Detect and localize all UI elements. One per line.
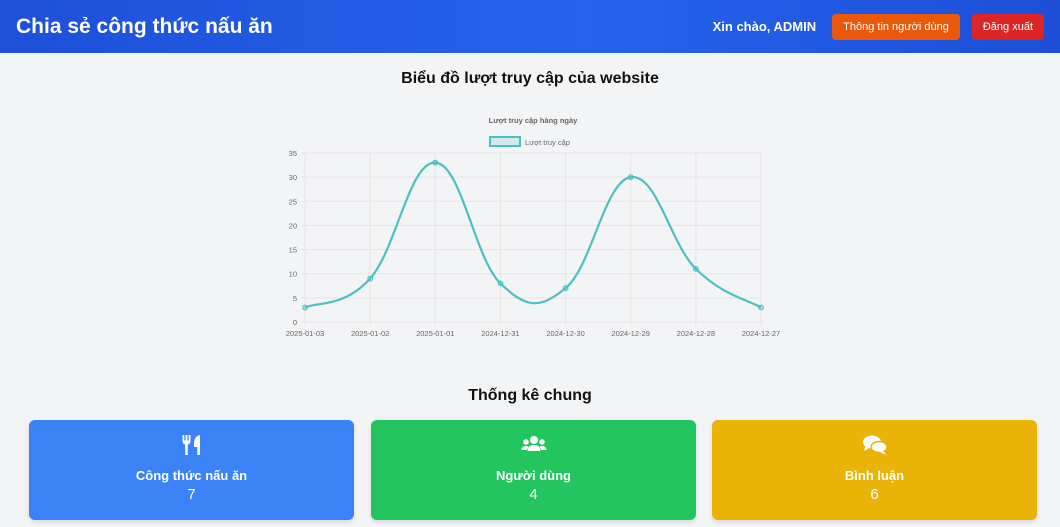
user-info-button[interactable]: Thông tin người dùng: [832, 13, 960, 40]
x-tick-label: 2025-01-03: [286, 329, 324, 338]
data-point: [627, 174, 634, 181]
users-stat-card[interactable]: Người dùng 4: [371, 420, 696, 520]
recipes-stat-card[interactable]: Công thức nấu ăn 7: [29, 420, 354, 520]
x-tick-label: 2025-01-01: [416, 329, 454, 338]
card-value: 4: [529, 486, 538, 503]
data-point: [432, 159, 439, 166]
chart-section-title: Biểu đồ lượt truy cập của website: [401, 70, 659, 87]
card-label: Bình luận: [844, 468, 905, 483]
x-tick-label: 2024-12-27: [742, 329, 780, 338]
legend-swatch: [489, 136, 521, 147]
data-point: [497, 280, 504, 287]
y-tick-label: 30: [289, 173, 297, 182]
logout-button[interactable]: Đăng xuất: [971, 13, 1044, 40]
legend-label: Lượt truy cập: [525, 138, 570, 147]
x-tick-label: 2024-12-28: [677, 329, 715, 338]
y-tick-label: 10: [289, 270, 297, 279]
data-point: [692, 265, 699, 272]
greeting-text: Xin chào, ADMIN: [712, 19, 817, 34]
x-tick-label: 2024-12-29: [612, 329, 650, 338]
y-tick-label: 20: [289, 221, 297, 230]
data-point: [302, 304, 308, 311]
chart-title: Lượt truy cập hàng ngày: [489, 116, 579, 125]
stats-section-title: Thống kê chung: [468, 387, 592, 404]
x-tick-label: 2024-12-31: [481, 329, 519, 338]
comments-icon: [712, 434, 1037, 456]
x-tick-label: 2025-01-02: [351, 329, 389, 338]
data-point: [562, 285, 569, 292]
y-tick-label: 35: [289, 149, 297, 158]
y-tick-label: 15: [289, 246, 297, 255]
site-brand[interactable]: Chia sẻ công thức nấu ăn: [16, 15, 713, 39]
data-point: [758, 304, 764, 311]
card-label: Người dùng: [496, 468, 571, 483]
data-point: [367, 275, 374, 282]
y-tick-label: 25: [289, 197, 297, 206]
utensils-icon: [29, 434, 354, 456]
y-tick-label: 0: [293, 318, 297, 327]
users-icon: [371, 434, 696, 456]
visits-line-chart: Lượt truy cập hàng ngày Lượt truy cập 0 5…: [286, 116, 780, 338]
x-tick-label: 2024-12-30: [546, 329, 584, 338]
card-value: 6: [870, 486, 879, 503]
card-value: 7: [187, 486, 196, 503]
comments-stat-card[interactable]: Bình luận 6: [712, 420, 1037, 520]
card-label: Công thức nấu ăn: [135, 468, 248, 483]
series-line: [304, 161, 762, 309]
navbar: Chia sẻ công thức nấu ăn Xin chào, ADMIN…: [0, 0, 1060, 53]
y-tick-label: 5: [293, 294, 297, 303]
